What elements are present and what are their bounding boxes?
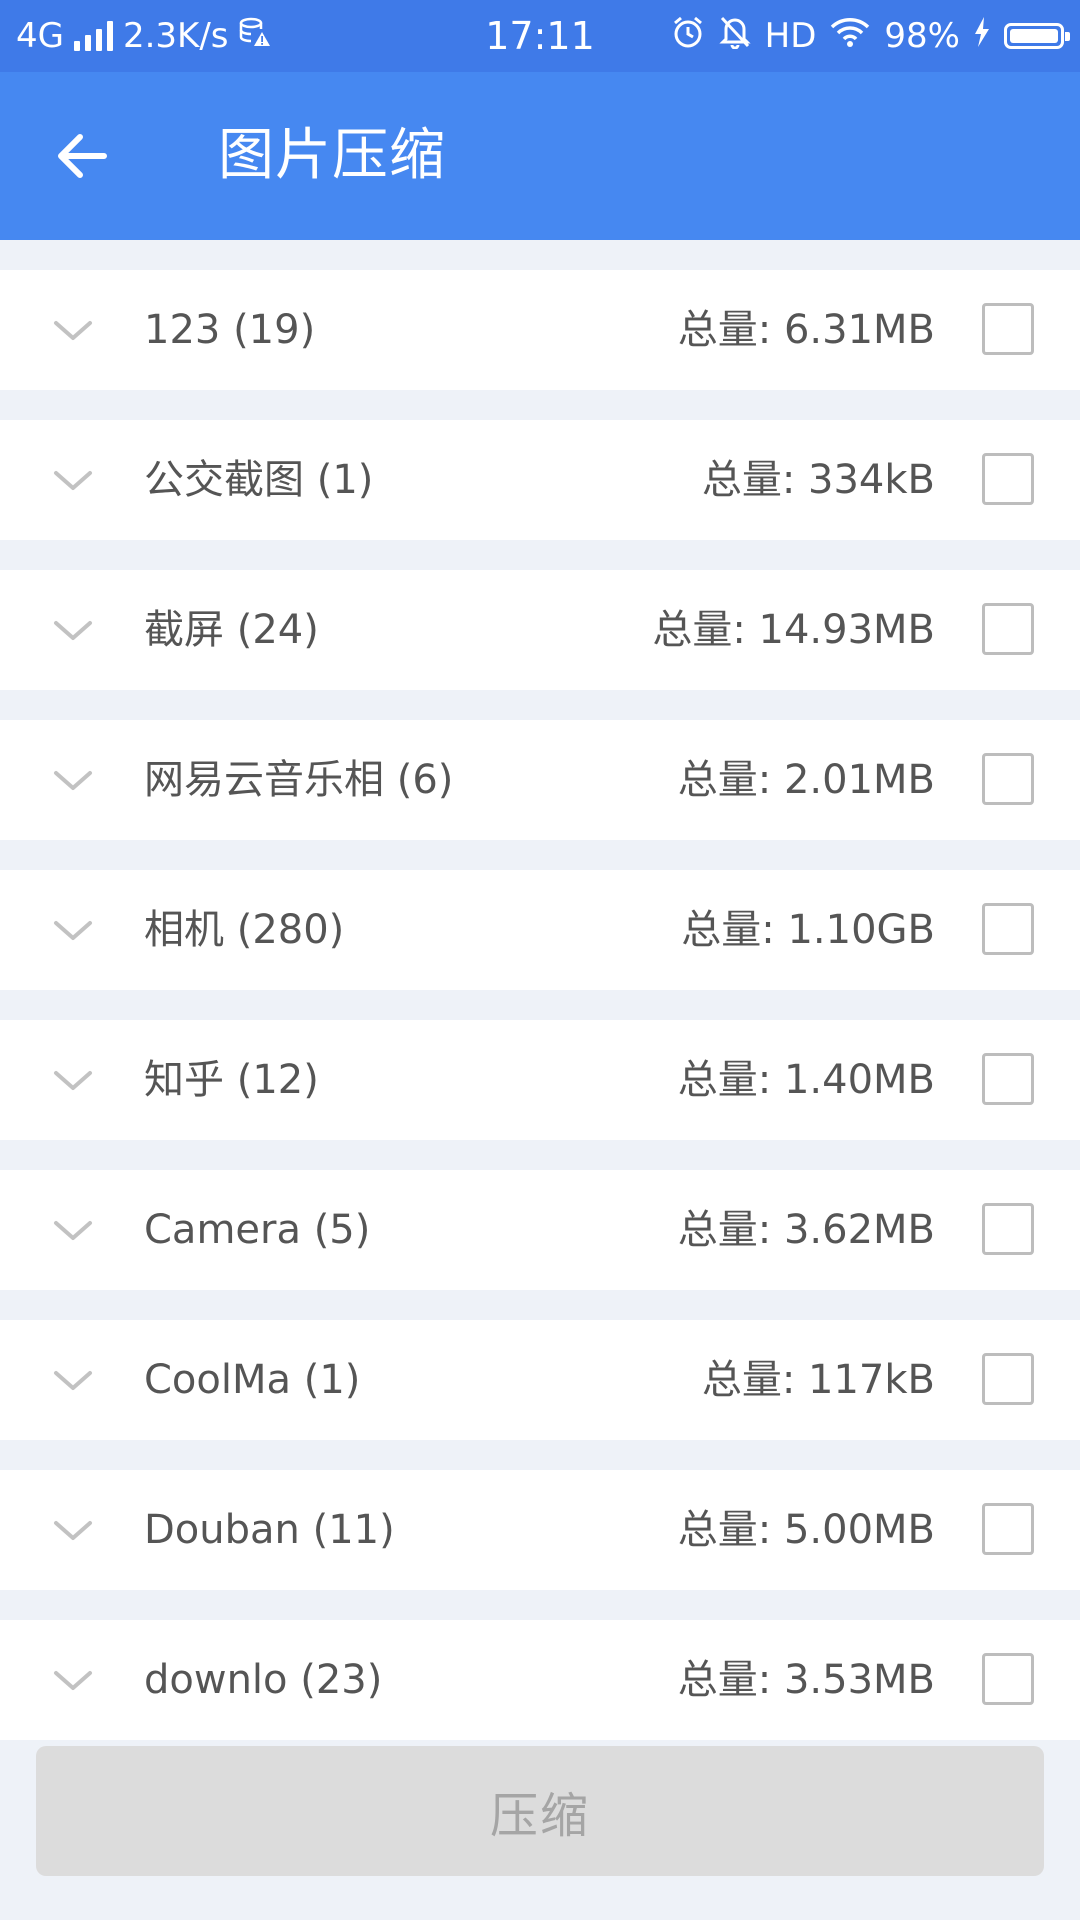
chevron-down-icon[interactable] (50, 464, 96, 496)
chevron-down-icon[interactable] (50, 1514, 96, 1546)
chevron-down-icon[interactable] (50, 764, 96, 796)
back-button[interactable] (46, 120, 118, 192)
chevron-down-icon[interactable] (50, 1064, 96, 1096)
album-checkbox[interactable] (982, 303, 1034, 355)
page-title: 图片压缩 (218, 123, 446, 188)
album-checkbox[interactable] (982, 1503, 1034, 1555)
album-total-size: 总量: 334kB (701, 457, 935, 503)
wifi-icon (830, 16, 870, 57)
album-checkbox[interactable] (982, 453, 1034, 505)
chevron-down-icon[interactable] (50, 314, 96, 346)
chevron-down-icon[interactable] (50, 1214, 96, 1246)
album-name: 截屏 (24) (144, 607, 319, 653)
compress-button[interactable]: 压缩 (36, 1746, 1044, 1876)
album-total-size: 总量: 1.40MB (677, 1057, 935, 1103)
album-row[interactable]: downlo (23) 总量: 3.53MB (0, 1620, 1080, 1740)
album-checkbox[interactable] (982, 1353, 1034, 1405)
album-name: 相机 (280) (144, 907, 345, 953)
album-checkbox[interactable] (982, 753, 1034, 805)
album-name: 网易云音乐相 (6) (144, 757, 454, 803)
album-row[interactable]: Camera (5) 总量: 3.62MB (0, 1170, 1080, 1290)
alarm-icon (671, 15, 705, 58)
mute-bell-icon (719, 15, 751, 58)
charging-icon (974, 16, 990, 56)
chevron-down-icon[interactable] (50, 914, 96, 946)
album-total-size: 总量: 1.10GB (681, 907, 935, 953)
status-bar: 4G 2.3K/s 17:11 HD 98% (0, 0, 1080, 72)
album-checkbox[interactable] (982, 903, 1034, 955)
album-name: 公交截图 (1) (144, 457, 374, 503)
album-row[interactable]: 相机 (280) 总量: 1.10GB (0, 870, 1080, 990)
album-checkbox[interactable] (982, 603, 1034, 655)
album-total-size: 总量: 2.01MB (677, 757, 935, 803)
hd-indicator: HD (764, 16, 817, 56)
album-total-size: 总量: 14.93MB (652, 607, 935, 653)
app-bar: 图片压缩 (0, 72, 1080, 240)
chevron-down-icon[interactable] (50, 1364, 96, 1396)
album-total-size: 总量: 117kB (701, 1357, 935, 1403)
album-name: Douban (11) (144, 1507, 395, 1553)
album-name: Camera (5) (144, 1207, 371, 1253)
battery-percent: 98% (884, 16, 960, 56)
album-total-size: 总量: 5.00MB (677, 1507, 935, 1553)
album-row[interactable]: 公交截图 (1) 总量: 334kB (0, 420, 1080, 540)
album-name: 123 (19) (144, 307, 316, 353)
album-total-size: 总量: 3.62MB (677, 1207, 935, 1253)
status-right: HD 98% (671, 0, 1070, 72)
chevron-down-icon[interactable] (50, 614, 96, 646)
album-checkbox[interactable] (982, 1053, 1034, 1105)
album-row[interactable]: 知乎 (12) 总量: 1.40MB (0, 1020, 1080, 1140)
album-total-size: 总量: 6.31MB (677, 307, 935, 353)
album-name: 知乎 (12) (144, 1057, 319, 1103)
album-row[interactable]: Douban (11) 总量: 5.00MB (0, 1470, 1080, 1590)
album-name: CoolMa (1) (144, 1357, 361, 1403)
album-total-size: 总量: 3.53MB (677, 1657, 935, 1703)
album-row[interactable]: 截屏 (24) 总量: 14.93MB (0, 570, 1080, 690)
arrow-left-icon (58, 134, 107, 178)
album-name: downlo (23) (144, 1657, 383, 1703)
album-checkbox[interactable] (982, 1653, 1034, 1705)
chevron-down-icon[interactable] (50, 1664, 96, 1696)
battery-icon (1004, 23, 1070, 49)
album-checkbox[interactable] (982, 1203, 1034, 1255)
album-row[interactable]: CoolMa (1) 总量: 117kB (0, 1320, 1080, 1440)
album-row[interactable]: 123 (19) 总量: 6.31MB (0, 270, 1080, 390)
album-row[interactable]: 网易云音乐相 (6) 总量: 2.01MB (0, 720, 1080, 840)
